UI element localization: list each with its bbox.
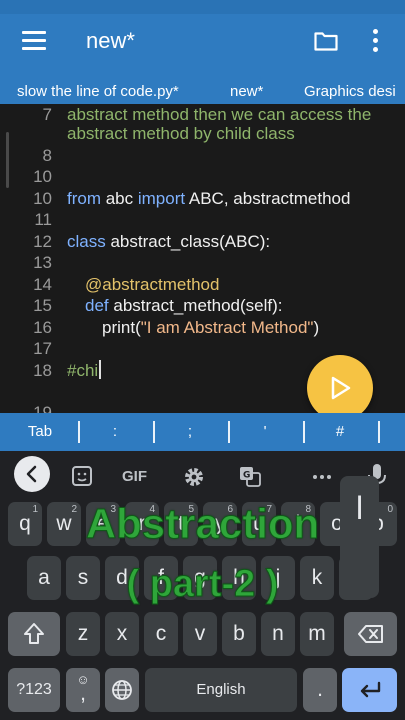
separator [153,421,155,443]
line-number: 19 [33,403,52,413]
code-line: abstract method by child class [0,123,405,144]
line-number: 14 [33,275,52,294]
code-line: 10 [0,166,405,187]
key-m[interactable]: m [300,612,334,656]
enter-arrow-icon [360,681,380,698]
key-v[interactable]: v [183,612,217,656]
symbol-key-quote[interactable]: ' [245,423,285,440]
gif-button[interactable]: GIF [122,461,147,497]
globe-icon [112,680,132,700]
decorator: @abstractmethod [85,275,220,294]
line-number: 10 [33,167,52,186]
code-line: 16 print("I am Abstract Method") [0,317,405,338]
module-name: abc [101,189,138,208]
key-c[interactable]: c [144,612,178,656]
print-close: ) [313,318,320,337]
line-number: 8 [42,146,52,165]
tab-new[interactable]: new* [230,83,263,100]
symbol-key-colon[interactable]: : [95,423,135,440]
symbol-key-tab[interactable]: Tab [16,423,64,440]
separator [78,421,80,443]
numbers-key[interactable]: ?123 [8,668,60,712]
line-number: 16 [33,318,52,337]
keyboard-back-button[interactable] [14,456,50,492]
run-button[interactable] [307,355,373,421]
method-definition: abstract_method(self): [108,296,283,315]
period-key[interactable]: . [303,668,337,712]
shift-arrow-icon [24,623,44,644]
line-number: 18 [33,361,52,380]
settings-gear-icon[interactable] [182,459,206,495]
code-line: 14 @abstractmethod [0,274,405,295]
code-line: 11 [0,209,405,230]
overlay-subtitle: ( part-2 ) [126,563,279,606]
keyword-from: from [67,189,101,208]
string-literal: "I am Abstract Method" [140,318,314,337]
key-n[interactable]: n [261,612,295,656]
more-options-icon[interactable] [368,29,382,53]
comment-text: abstract method by child class [67,124,295,143]
symbol-key-hash[interactable]: # [320,423,360,440]
play-icon [331,376,351,400]
line-number: 13 [33,253,52,272]
print-call: print( [102,318,141,337]
code-line: 7 abstract method then we can access the [0,104,405,125]
symbol-bar: Tab : ; ' # [0,413,405,451]
line-number: 15 [33,296,52,315]
enter-key[interactable] [342,668,397,712]
app-bar: new* [0,14,405,70]
backspace-icon [357,625,383,643]
hamburger-menu-icon[interactable] [22,31,46,51]
line-number: 10 [33,189,52,208]
chevron-left-icon [26,465,37,483]
translate-icon[interactable]: G [238,459,262,495]
keyword-import: import [137,189,186,208]
overlay-title: Abstraction [85,500,320,548]
import-names: ABC, abstractmethod [185,189,351,208]
comment-text: abstract method then we can access the [67,105,372,124]
svg-text:G: G [243,471,250,481]
line-number: 17 [33,339,52,358]
key-x[interactable]: x [105,612,139,656]
code-line: 15 def abstract_method(self): [0,295,405,316]
line-number: 11 [34,210,52,229]
separator [303,421,305,443]
comma-key[interactable]: ☺ , [66,668,100,712]
separator [228,421,230,443]
more-dots-icon[interactable] [310,459,334,495]
file-title: new* [86,28,135,53]
keyword-def: def [85,296,109,315]
line-number: 12 [33,232,52,251]
class-definition: abstract_class(ABC): [105,232,271,251]
code-line: 8 [0,145,405,166]
code-line: 13 [0,252,405,273]
code-line: 10 from abc import ABC, abstractmethod [0,188,405,209]
tab-slow-the-line[interactable]: slow the line of code.py* [17,83,179,100]
symbol-key-semicolon[interactable]: ; [170,423,210,440]
shift-key[interactable] [8,612,60,656]
keyword-class: class [67,232,106,251]
separator [378,421,380,443]
line-number: 7 [42,105,52,124]
key-b[interactable]: b [222,612,256,656]
text-cursor [99,360,102,379]
key-label: , [80,682,86,705]
key-z[interactable]: z [66,612,100,656]
language-globe-key[interactable] [105,668,139,712]
comment-text: #chi [67,361,99,380]
folder-icon[interactable] [314,31,338,51]
code-line: 12 class abstract_class(ABC): [0,231,405,252]
status-bar [0,0,405,14]
tab-graphics-design[interactable]: Graphics desi [304,83,396,100]
space-bar[interactable]: English [145,668,297,712]
backspace-key[interactable] [344,612,397,656]
